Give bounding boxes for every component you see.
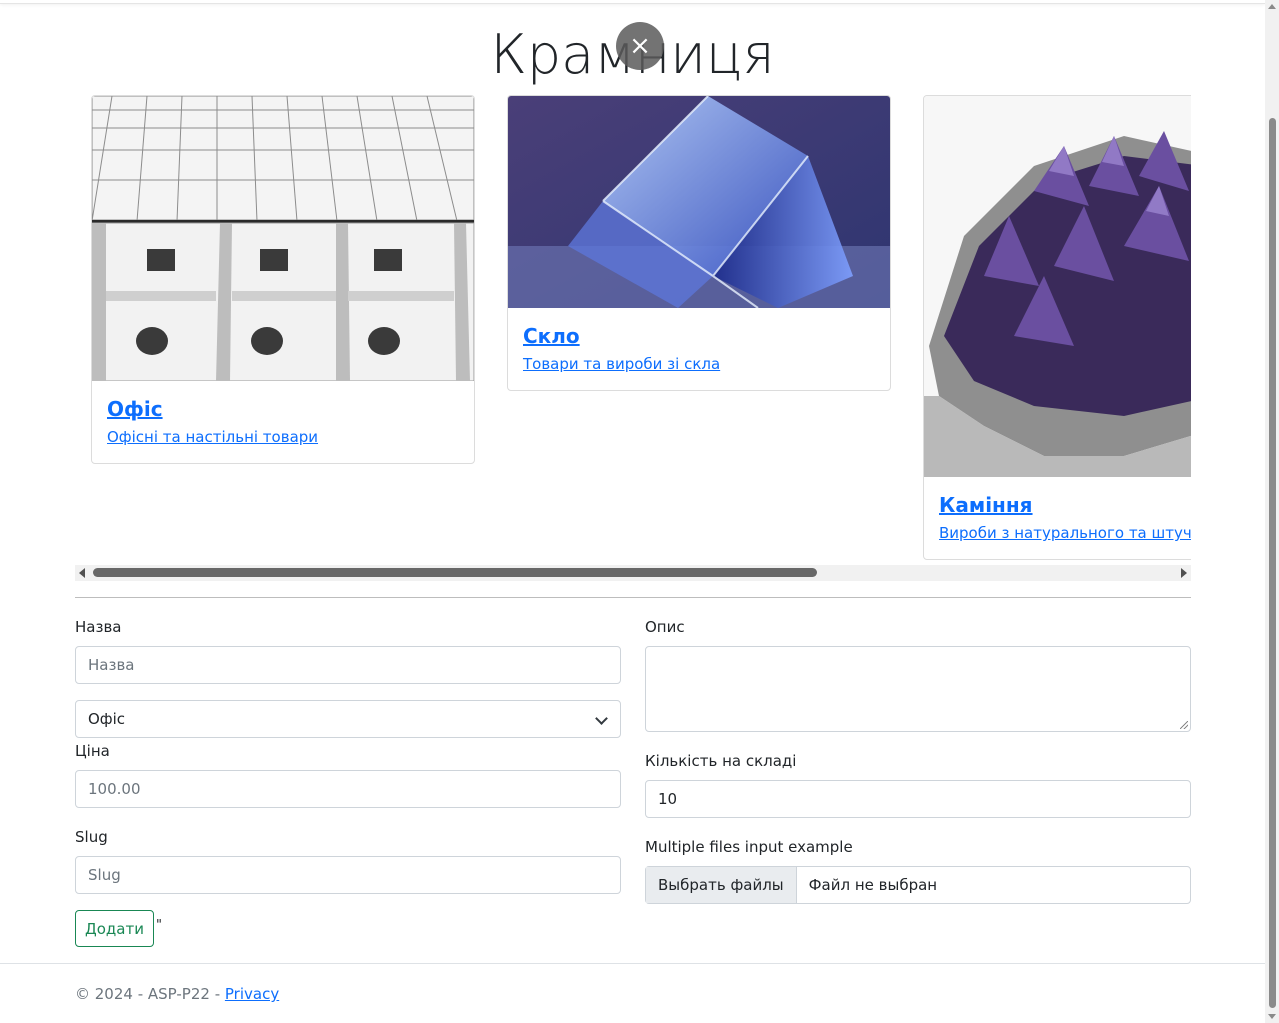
category-selected-value: Офіс	[88, 710, 126, 728]
amethyst-stone-image	[924, 96, 1191, 477]
card-body: Скло Товари та вироби зі скла	[508, 308, 890, 390]
close-button[interactable]: ×	[616, 22, 664, 70]
scroll-thumb[interactable]	[93, 568, 817, 577]
carousel-scrollbar[interactable]	[75, 565, 1191, 581]
add-button[interactable]: Додати	[75, 910, 154, 947]
description-label: Опис	[645, 618, 685, 636]
scroll-right-arrow-icon[interactable]	[1181, 568, 1187, 578]
description-textarea[interactable]	[645, 646, 1191, 732]
navbar-edge	[0, 0, 1265, 4]
stock-label: Кількість на складі	[645, 752, 797, 770]
category-carousel[interactable]: Офіс Офісні та настільні товари Скло Тов…	[75, 93, 1191, 567]
files-input[interactable]: Выбрать файлы Файл не выбран	[645, 866, 1191, 904]
card-description-link[interactable]: Товари та вироби зі скла	[523, 355, 875, 373]
footer: © 2024 - ASP-P22 - Privacy	[75, 985, 279, 1003]
page-scroll-thumb[interactable]	[1269, 118, 1276, 1008]
choose-files-button[interactable]: Выбрать файлы	[646, 867, 797, 903]
card-body: Офіс Офісні та настільні товари	[92, 381, 474, 463]
price-label: Ціна	[75, 742, 110, 760]
category-select[interactable]: Офіс	[75, 700, 621, 738]
card-description-link[interactable]: Офісні та настільні товари	[107, 428, 459, 446]
scroll-left-arrow-icon[interactable]	[79, 568, 85, 578]
category-card-stones[interactable]: Каміння Вироби з натурального та штучног…	[923, 95, 1191, 560]
chevron-down-icon	[595, 712, 608, 725]
office-cubicles-image	[92, 96, 474, 381]
footer-divider	[0, 963, 1265, 964]
files-status: Файл не выбран	[808, 876, 938, 894]
name-input[interactable]: Назва	[75, 646, 621, 684]
scroll-up-arrow-icon[interactable]	[1268, 4, 1276, 9]
privacy-link[interactable]: Privacy	[225, 985, 279, 1003]
slug-label: Slug	[75, 828, 108, 846]
name-label: Назва	[75, 618, 122, 636]
slug-placeholder: Slug	[88, 866, 121, 884]
stray-quote-mark: "	[156, 918, 162, 933]
category-card-glass[interactable]: Скло Товари та вироби зі скла	[507, 95, 891, 391]
card-body: Каміння Вироби з натурального та штучног…	[924, 477, 1191, 559]
stock-input[interactable]: 10	[645, 780, 1191, 818]
card-title-link[interactable]: Скло	[523, 324, 875, 348]
name-placeholder: Назва	[88, 656, 135, 674]
price-input[interactable]: 100.00	[75, 770, 621, 808]
close-icon: ×	[629, 31, 651, 61]
slug-input[interactable]: Slug	[75, 856, 621, 894]
category-card-office[interactable]: Офіс Офісні та настільні товари	[91, 95, 475, 464]
section-divider	[75, 597, 1191, 598]
stock-value: 10	[658, 790, 678, 808]
page-scrollbar[interactable]	[1265, 0, 1279, 1023]
card-title-link[interactable]: Каміння	[939, 493, 1191, 517]
footer-copyright: © 2024 - ASP-P22 -	[75, 985, 225, 1003]
price-placeholder: 100.00	[88, 780, 141, 798]
card-title-link[interactable]: Офіс	[107, 397, 459, 421]
files-label: Multiple files input example	[645, 838, 853, 856]
card-description-link[interactable]: Вироби з натурального та штучного	[939, 524, 1191, 542]
glass-cube-image	[508, 96, 890, 308]
scroll-down-arrow-icon[interactable]	[1268, 1014, 1276, 1019]
resize-handle-icon[interactable]	[1180, 721, 1188, 729]
